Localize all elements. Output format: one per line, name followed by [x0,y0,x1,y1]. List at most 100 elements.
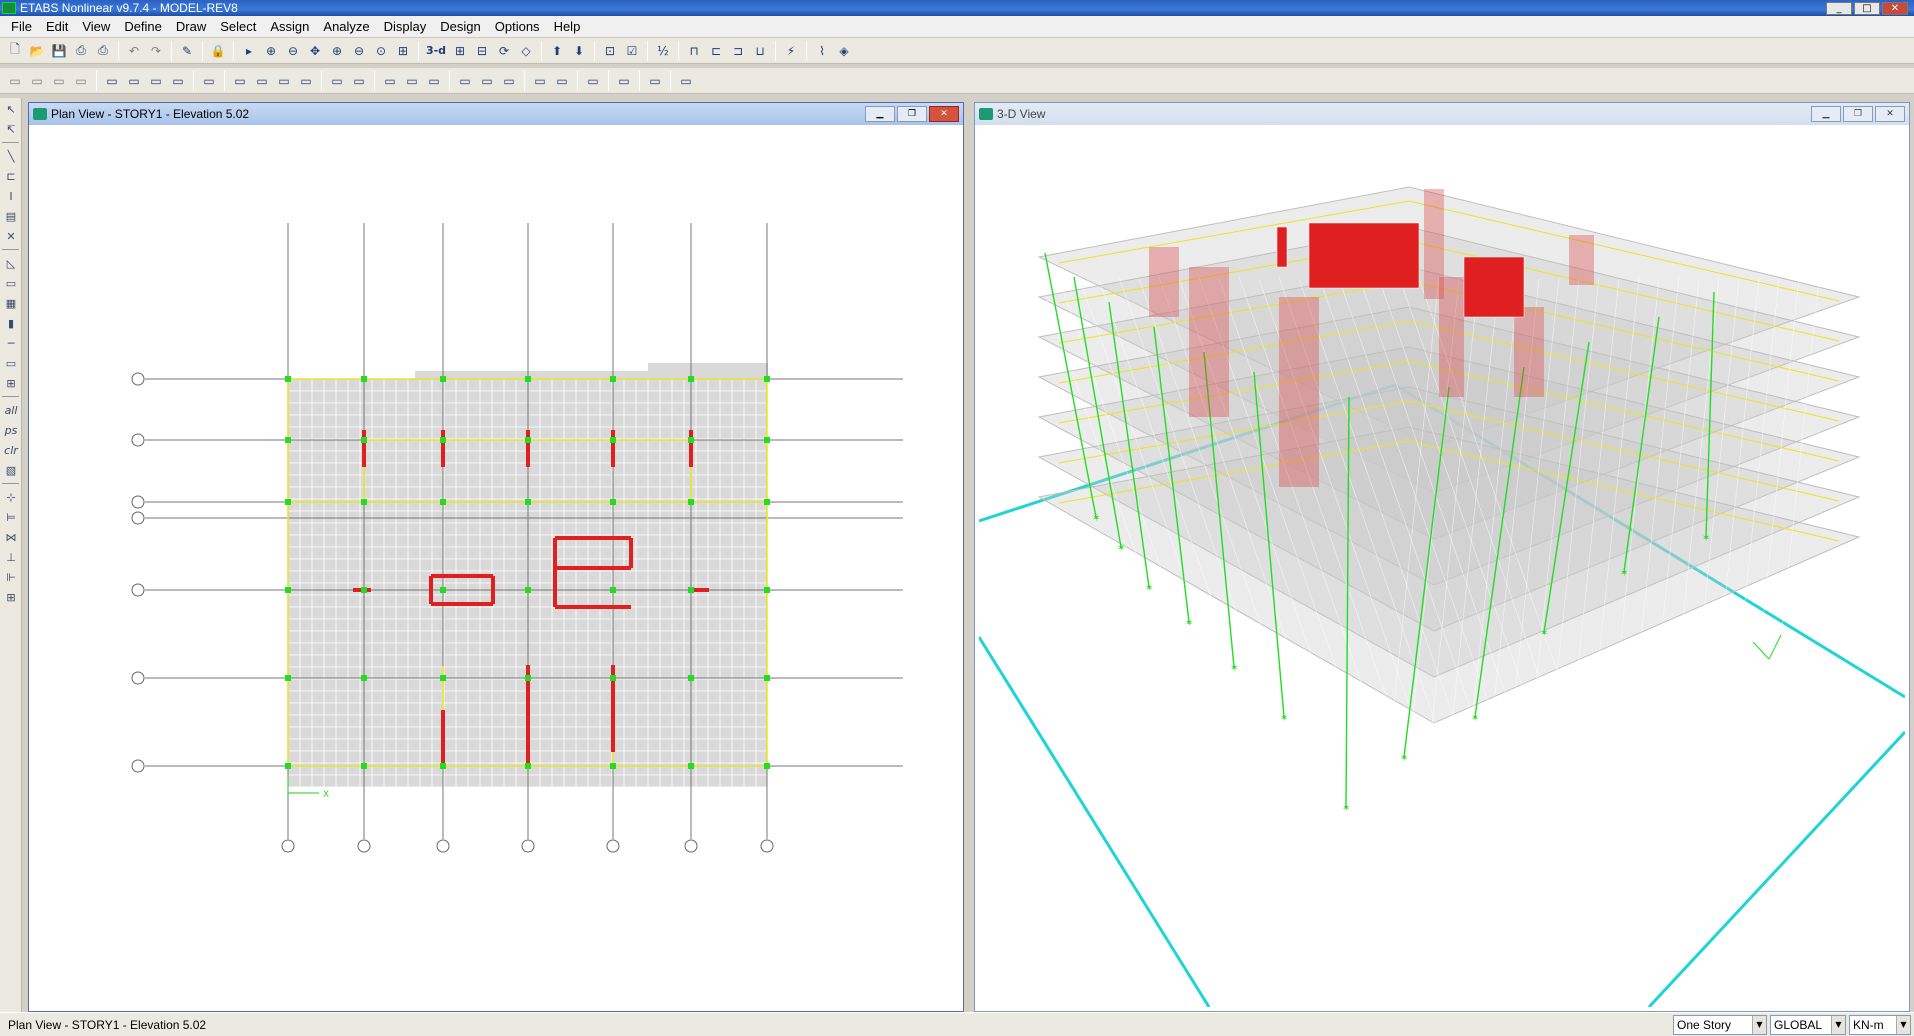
move-down-icon[interactable]: ⬇ [569,41,589,61]
pier-label-icon[interactable]: ▭ [424,71,444,91]
reshape-icon[interactable]: ↸ [1,120,21,138]
display-table-icon[interactable]: ▭ [530,71,550,91]
draw-line-icon[interactable]: ╲ [1,147,21,165]
refresh-icon[interactable]: ✎ [177,41,197,61]
menu-analyze[interactable]: Analyze [316,16,376,38]
run-analysis-icon[interactable]: ⚡ [781,41,801,61]
restore-view-icon[interactable]: ⊖ [283,41,303,61]
link-icon[interactable]: ⊔ [750,41,770,61]
steel-design-icon[interactable]: ▭ [645,71,665,91]
3d-view-title-bar[interactable]: 3-D View ▁ ❐ ✕ [975,103,1909,125]
diaphragm-icon[interactable]: ▭ [274,71,294,91]
plan-close-button[interactable]: ✕ [929,106,959,122]
joint-spring-icon[interactable]: ▭ [252,71,272,91]
print-graphics-icon[interactable]: ⎙ [93,41,113,61]
select-all-icon[interactable]: all [1,401,21,419]
snap-mid-icon[interactable]: ⊨ [1,508,21,526]
3d-minimize-button[interactable]: ▁ [1811,106,1841,122]
menu-file[interactable]: File [4,16,39,38]
object-shrink-icon[interactable]: ⊡ [600,41,620,61]
perspective-icon[interactable]: ◇ [516,41,536,61]
story-up-icon[interactable]: ▭ [102,71,122,91]
pan-icon[interactable]: ✥ [305,41,325,61]
show-forces-icon[interactable]: ▭ [455,71,475,91]
draw-openings-icon[interactable]: ─ [1,334,21,352]
pointer-icon[interactable]: ▸ [239,41,259,61]
zoom-all-icon[interactable]: ⊞ [393,41,413,61]
menu-design[interactable]: Design [433,16,487,38]
3d-view-icon[interactable]: 3-d [424,41,448,61]
opening-icon[interactable]: ⊐ [728,41,748,61]
query-icon[interactable]: ▭ [552,71,572,91]
units-selector[interactable]: KN-m ▼ [1849,1014,1911,1035]
frame-section-icon[interactable]: ▭ [327,71,347,91]
snap-icon[interactable]: ½ [653,41,673,61]
frame-loads-icon[interactable]: ▭ [380,71,400,91]
draw-beam-icon[interactable]: ⊏ [1,167,21,185]
story-all-icon[interactable]: ▭ [168,71,188,91]
zoom-out-icon[interactable]: ⊖ [349,41,369,61]
menu-draw[interactable]: Draw [169,16,213,38]
3d-view-window[interactable]: 3-D View ▁ ❐ ✕ ✶ ✶ ✶ ✶ ✶ ✶ ✶ ✶ ✶ ✶ ✶ ✶ [974,102,1910,1012]
select-prev-icon[interactable]: ps [1,421,21,439]
beam-design-icon[interactable]: ▭ [583,71,603,91]
concrete-design-icon[interactable]: ▭ [614,71,634,91]
snap-intersect-icon[interactable]: ⋈ [1,528,21,546]
draw-rect-area-icon[interactable]: ▭ [1,274,21,292]
frame-release-icon[interactable]: ▭ [349,71,369,91]
snap-end-icon[interactable]: ⊹ [1,488,21,506]
3d-close-button[interactable]: ✕ [1875,106,1905,122]
rubber-band-zoom-icon[interactable]: ⊕ [261,41,281,61]
menu-options[interactable]: Options [488,16,547,38]
deformed-shape-icon[interactable]: ⌇ [812,41,832,61]
composite-design-icon[interactable]: ▭ [676,71,696,91]
snap-fine-grid-icon[interactable]: ⊞ [1,588,21,606]
menu-assign[interactable]: Assign [263,16,316,38]
pointer-icon[interactable]: ↖ [1,100,21,118]
3d-restore-button[interactable]: ❐ [1843,106,1873,122]
area-loads-icon[interactable]: ▭ [402,71,422,91]
select-intersect-icon[interactable]: ▧ [1,461,21,479]
draw-walls-icon[interactable]: ▭ [1,354,21,372]
wall-icon[interactable]: ⊏ [706,41,726,61]
animation-icon[interactable]: ◈ [834,41,854,61]
zoom-previous-icon[interactable]: ⊙ [371,41,391,61]
plan-drawing[interactable]: X [33,127,959,1007]
lock-icon[interactable]: 🔒 [208,41,228,61]
menu-select[interactable]: Select [213,16,263,38]
draw-brace-icon[interactable]: ▤ [1,207,21,225]
3d-model-drawing[interactable]: ✶ ✶ ✶ ✶ ✶ ✶ ✶ ✶ ✶ ✶ ✶ ✶ [979,127,1905,1007]
menu-display[interactable]: Display [377,16,434,38]
print-icon[interactable]: ⎙ [71,41,91,61]
joint-restraint-icon[interactable]: ▭ [230,71,250,91]
draw-wall-icon[interactable]: ▮ [1,314,21,332]
menu-edit[interactable]: Edit [39,16,75,38]
select-all-icon[interactable]: ▭ [5,71,25,91]
menu-define[interactable]: Define [117,16,169,38]
open-icon[interactable]: 📂 [27,41,47,61]
draw-link-icon[interactable]: ✕ [1,227,21,245]
new-icon[interactable]: 🗋 [5,41,25,61]
draw-point-icon[interactable]: ⊞ [1,374,21,392]
menu-view[interactable]: View [75,16,117,38]
plan-view-icon[interactable]: ⊞ [450,41,470,61]
draw-area-icon[interactable]: ◺ [1,254,21,272]
select-poly-icon[interactable]: ▭ [49,71,69,91]
draw-region-icon[interactable]: ▦ [1,294,21,312]
menu-help[interactable]: Help [547,16,588,38]
move-up-icon[interactable]: ⬆ [547,41,567,61]
maximize-button[interactable]: □ [1854,1,1880,15]
story-selector[interactable]: One Story ▼ [1673,1014,1767,1035]
plan-view-title-bar[interactable]: Plan View - STORY1 - Elevation 5.02 ▁ ❐ … [29,103,963,125]
minimize-button[interactable]: _ [1826,1,1852,15]
frame-icon[interactable]: ⊓ [684,41,704,61]
elevation-view-icon[interactable]: ⊟ [472,41,492,61]
plan-restore-button[interactable]: ❐ [897,106,927,122]
clear-selection-icon[interactable]: clr [1,441,21,459]
plan-view-canvas[interactable]: X [33,127,959,1007]
set-display-icon[interactable]: ☑ [622,41,642,61]
undo-icon[interactable]: ↶ [124,41,144,61]
select-cross-icon[interactable]: ▭ [27,71,47,91]
close-button[interactable]: ✕ [1882,1,1908,15]
zoom-in-icon[interactable]: ⊕ [327,41,347,61]
